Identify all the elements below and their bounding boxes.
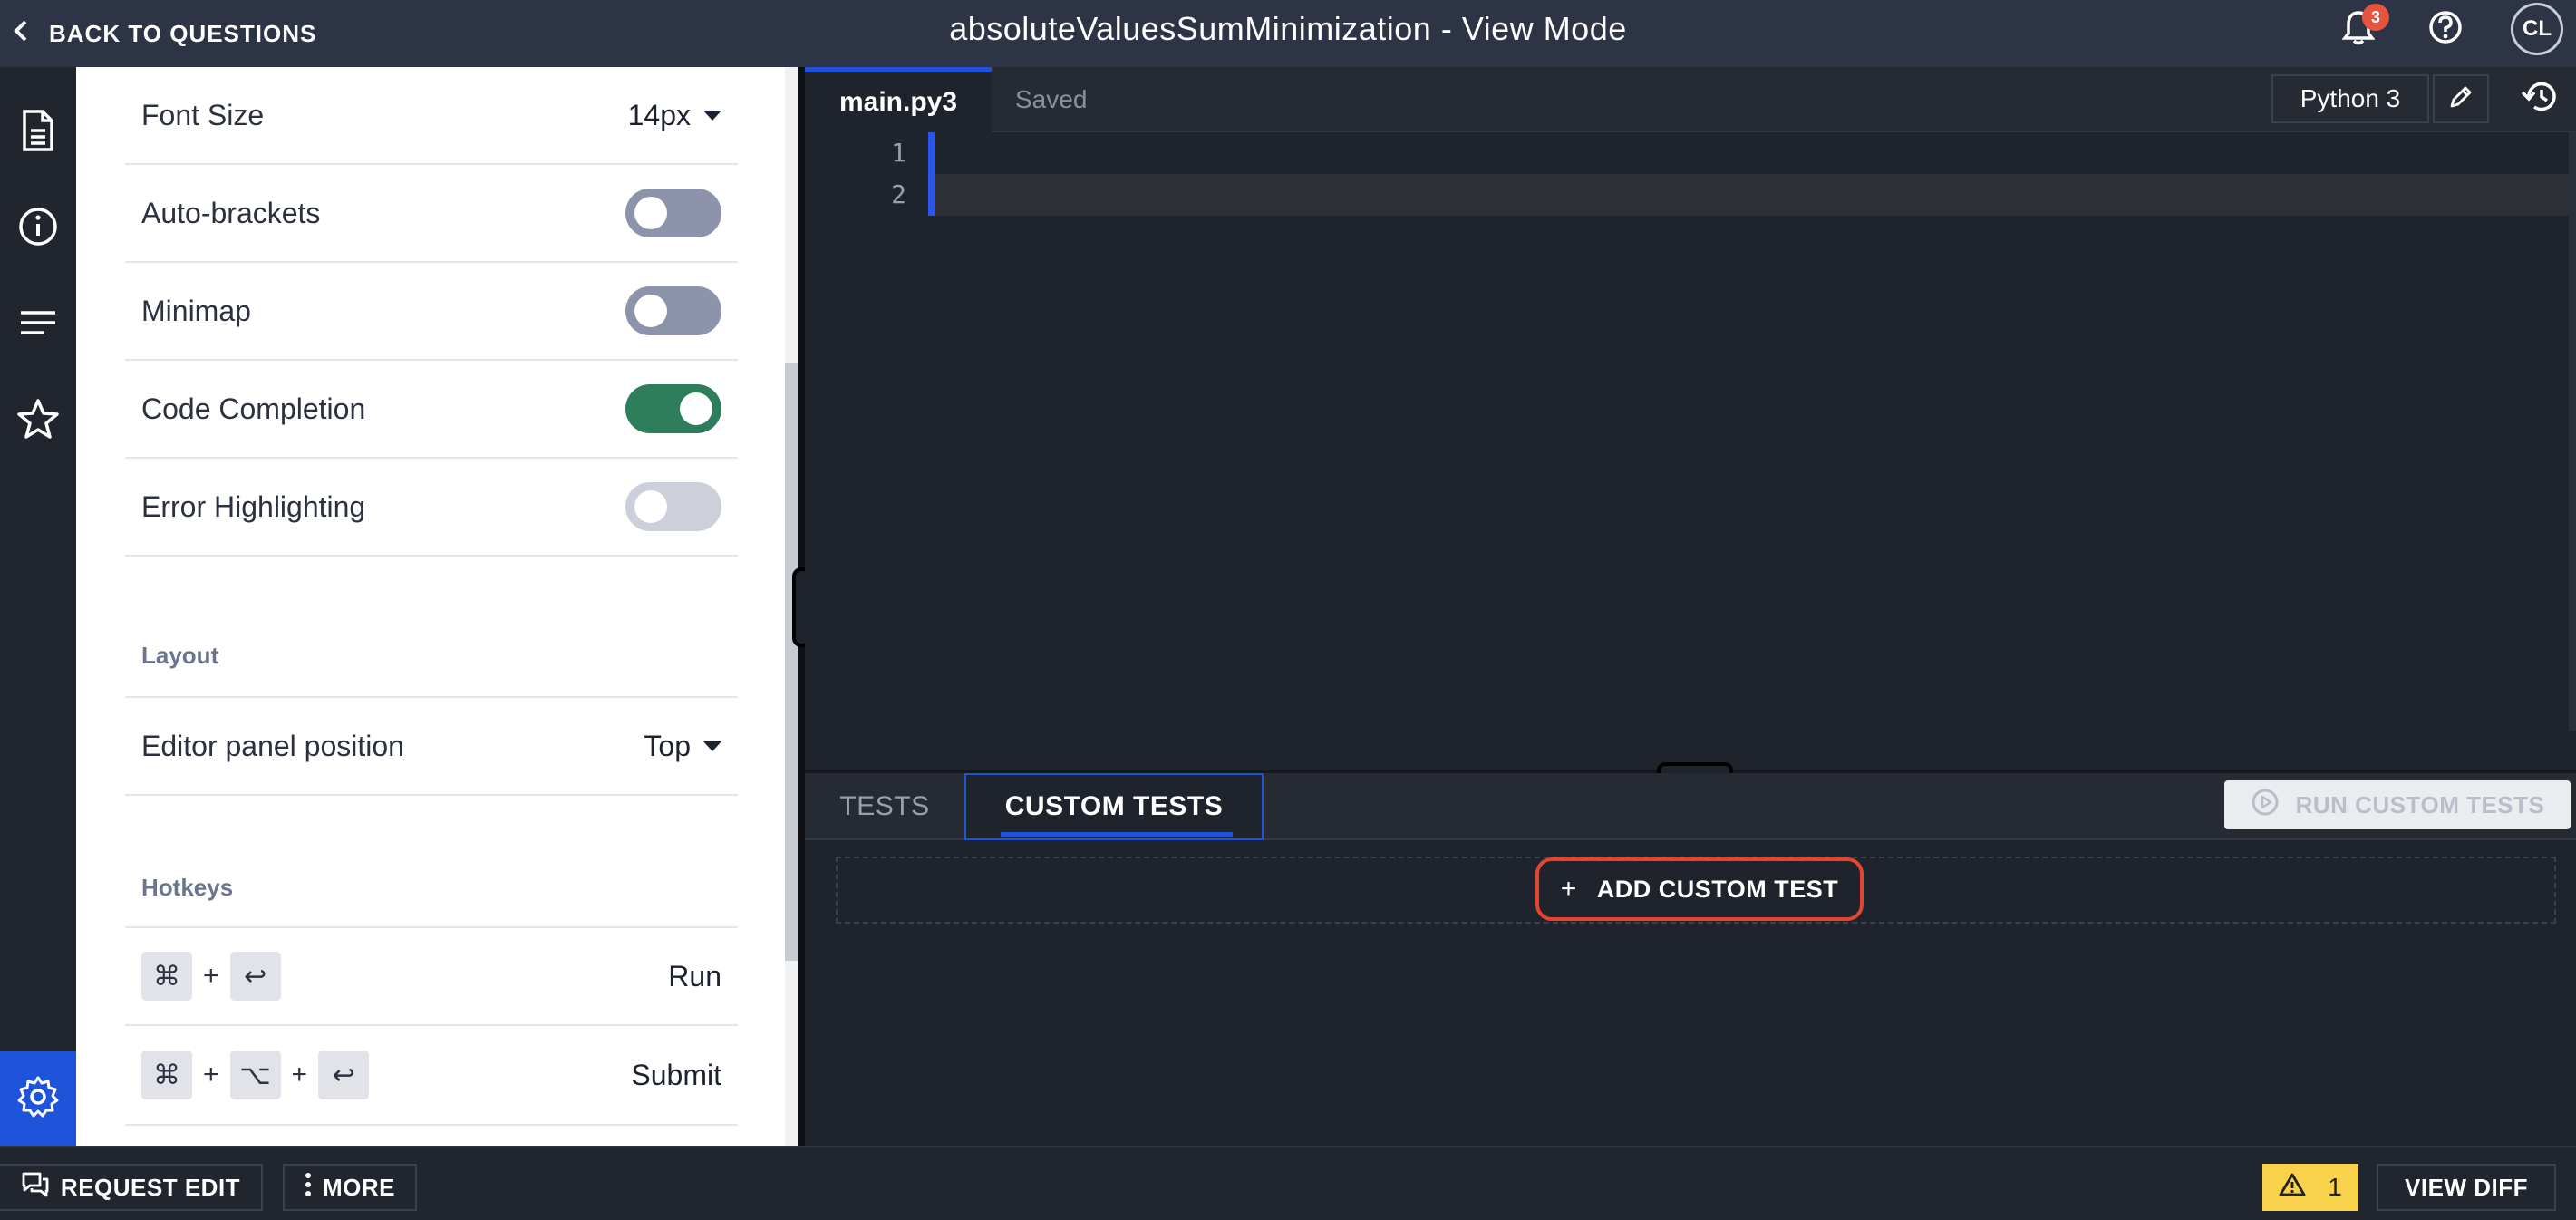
rail-list-button[interactable] (0, 286, 76, 363)
edit-language-button[interactable] (2433, 74, 2489, 123)
code-completion-toggle[interactable] (625, 384, 721, 433)
gutter-indicator (928, 132, 935, 216)
help-button[interactable] (2424, 7, 2467, 51)
run-custom-tests-label: RUN CUSTOM TESTS (2295, 790, 2545, 818)
page-title: absoluteValuesSumMinimization - View Mod… (949, 10, 1627, 47)
warning-icon (2279, 1173, 2306, 1203)
rail-favorite-button[interactable] (0, 382, 76, 459)
error-highlighting-label: Error Highlighting (141, 489, 366, 523)
view-diff-label: VIEW DIFF (2405, 1173, 2528, 1201)
hotkey-run-action: Run (668, 959, 721, 992)
line-number: 1 (891, 138, 906, 168)
tab-custom-tests[interactable]: CUSTOM TESTS (964, 773, 1264, 840)
tests-tab-bar: TESTS CUSTOM TESTS RUN CUSTOM TESTS (805, 773, 2576, 840)
settings-panel: Font Size 14px Auto-brackets Minimap Cod… (76, 67, 785, 1146)
hotkey-run-row: ⌘ + ↩ Run (125, 926, 738, 1026)
tab-custom-tests-label: CUSTOM TESTS (1004, 791, 1224, 821)
request-edit-label: REQUEST EDIT (60, 1173, 241, 1201)
auto-brackets-label: Auto-brackets (141, 196, 321, 229)
warning-count: 1 (2328, 1173, 2342, 1201)
rail-info-button[interactable] (0, 190, 76, 266)
code-completion-row: Code Completion (125, 361, 738, 459)
font-size-row: Font Size 14px (125, 67, 738, 165)
hotkey-submit-action: Submit (631, 1058, 721, 1091)
user-avatar[interactable]: CL (2511, 3, 2563, 55)
editor-panel-position-label: Editor panel position (141, 729, 404, 762)
editor-tab-bar: main.py3 Saved Python 3 (805, 67, 2576, 132)
command-key: ⌘ (141, 952, 192, 1001)
rail-settings-button[interactable] (0, 1051, 76, 1146)
minimap-toggle[interactable] (625, 286, 721, 335)
star-icon (16, 398, 60, 444)
document-icon (21, 109, 55, 157)
play-circle-icon (2251, 788, 2280, 823)
more-button[interactable]: MORE (283, 1164, 417, 1211)
more-label: MORE (323, 1173, 395, 1201)
minimap-label: Minimap (141, 294, 251, 327)
add-custom-test-label: ADD CUSTOM TEST (1596, 875, 1839, 903)
request-edit-button[interactable]: REQUEST EDIT (0, 1164, 263, 1211)
tab-tests[interactable]: TESTS (805, 773, 964, 840)
history-icon (2520, 79, 2558, 120)
hotkeys-heading: Hotkeys (141, 874, 234, 901)
plus-sign: + (203, 961, 219, 991)
hotkey-submit-keys: ⌘ + ⌥ + ↩ (141, 1051, 370, 1099)
return-key: ↩ (318, 1051, 370, 1099)
file-tab-main[interactable]: main.py3 (805, 67, 992, 132)
gear-icon (16, 1075, 60, 1123)
toggle-knob (634, 295, 667, 327)
plus-sign: + (291, 1060, 308, 1089)
font-size-dropdown[interactable]: 14px (628, 99, 721, 132)
save-status: Saved (1015, 85, 1088, 113)
run-custom-tests-button[interactable]: RUN CUSTOM TESTS (2224, 780, 2571, 829)
warnings-indicator[interactable]: 1 (2262, 1164, 2358, 1211)
settings-scrollbar-thumb[interactable] (785, 363, 798, 961)
code-completion-label: Code Completion (141, 392, 366, 425)
notification-badge: 3 (2362, 4, 2389, 31)
chat-icon (21, 1171, 50, 1205)
minimap-row: Minimap (125, 263, 738, 361)
help-icon (2427, 9, 2464, 50)
font-size-label: Font Size (141, 98, 265, 131)
left-sidebar (0, 67, 76, 1146)
option-key: ⌥ (229, 1051, 281, 1099)
pencil-icon (2448, 84, 2474, 114)
hotkey-submit-row: ⌘ + ⌥ + ↩ Submit (125, 1026, 738, 1126)
info-icon (17, 206, 59, 252)
view-diff-button[interactable]: VIEW DIFF (2377, 1164, 2556, 1211)
error-highlighting-row: Error Highlighting (125, 459, 738, 557)
layout-heading: Layout (141, 642, 219, 669)
auto-brackets-row: Auto-brackets (125, 165, 738, 263)
editor-scrollbar[interactable] (2569, 132, 2576, 731)
code-editor[interactable] (805, 67, 2576, 770)
error-highlighting-toggle[interactable] (625, 482, 721, 531)
vertical-dots-icon (305, 1172, 312, 1204)
language-selector[interactable]: Python 3 (2271, 74, 2429, 123)
active-tab-underline (1001, 832, 1233, 837)
editor-panel-position-dropdown[interactable]: Top (644, 730, 721, 763)
bottom-bar: REQUEST EDIT MORE 1 VIEW DIFF (0, 1146, 2576, 1220)
plus-sign: + (203, 1060, 219, 1089)
toggle-knob (680, 392, 712, 425)
caret-down-icon (703, 110, 721, 121)
toggle-knob (634, 197, 667, 229)
notifications-button[interactable]: 3 (2337, 4, 2389, 51)
rail-description-button[interactable] (0, 94, 76, 170)
current-line-highlight (928, 174, 2576, 216)
hotkey-run-keys: ⌘ + ↩ (141, 952, 281, 1001)
toggle-knob (634, 490, 667, 523)
line-number: 2 (891, 179, 906, 209)
top-bar: BACK TO QUESTIONS absoluteValuesSumMinim… (0, 0, 2576, 67)
plus-icon: + (1560, 874, 1577, 904)
return-key: ↩ (229, 952, 281, 1001)
reset-code-button[interactable] (2511, 74, 2567, 123)
editor-panel-position-row: Editor panel position Top (125, 696, 738, 796)
command-key: ⌘ (141, 1051, 192, 1099)
add-custom-test-button[interactable]: + ADD CUSTOM TEST (1535, 857, 1864, 921)
editor-panel-position-value: Top (644, 729, 691, 762)
caret-down-icon (703, 741, 721, 751)
font-size-value: 14px (627, 98, 691, 131)
text-lines-icon (19, 309, 57, 341)
auto-brackets-toggle[interactable] (625, 189, 721, 237)
